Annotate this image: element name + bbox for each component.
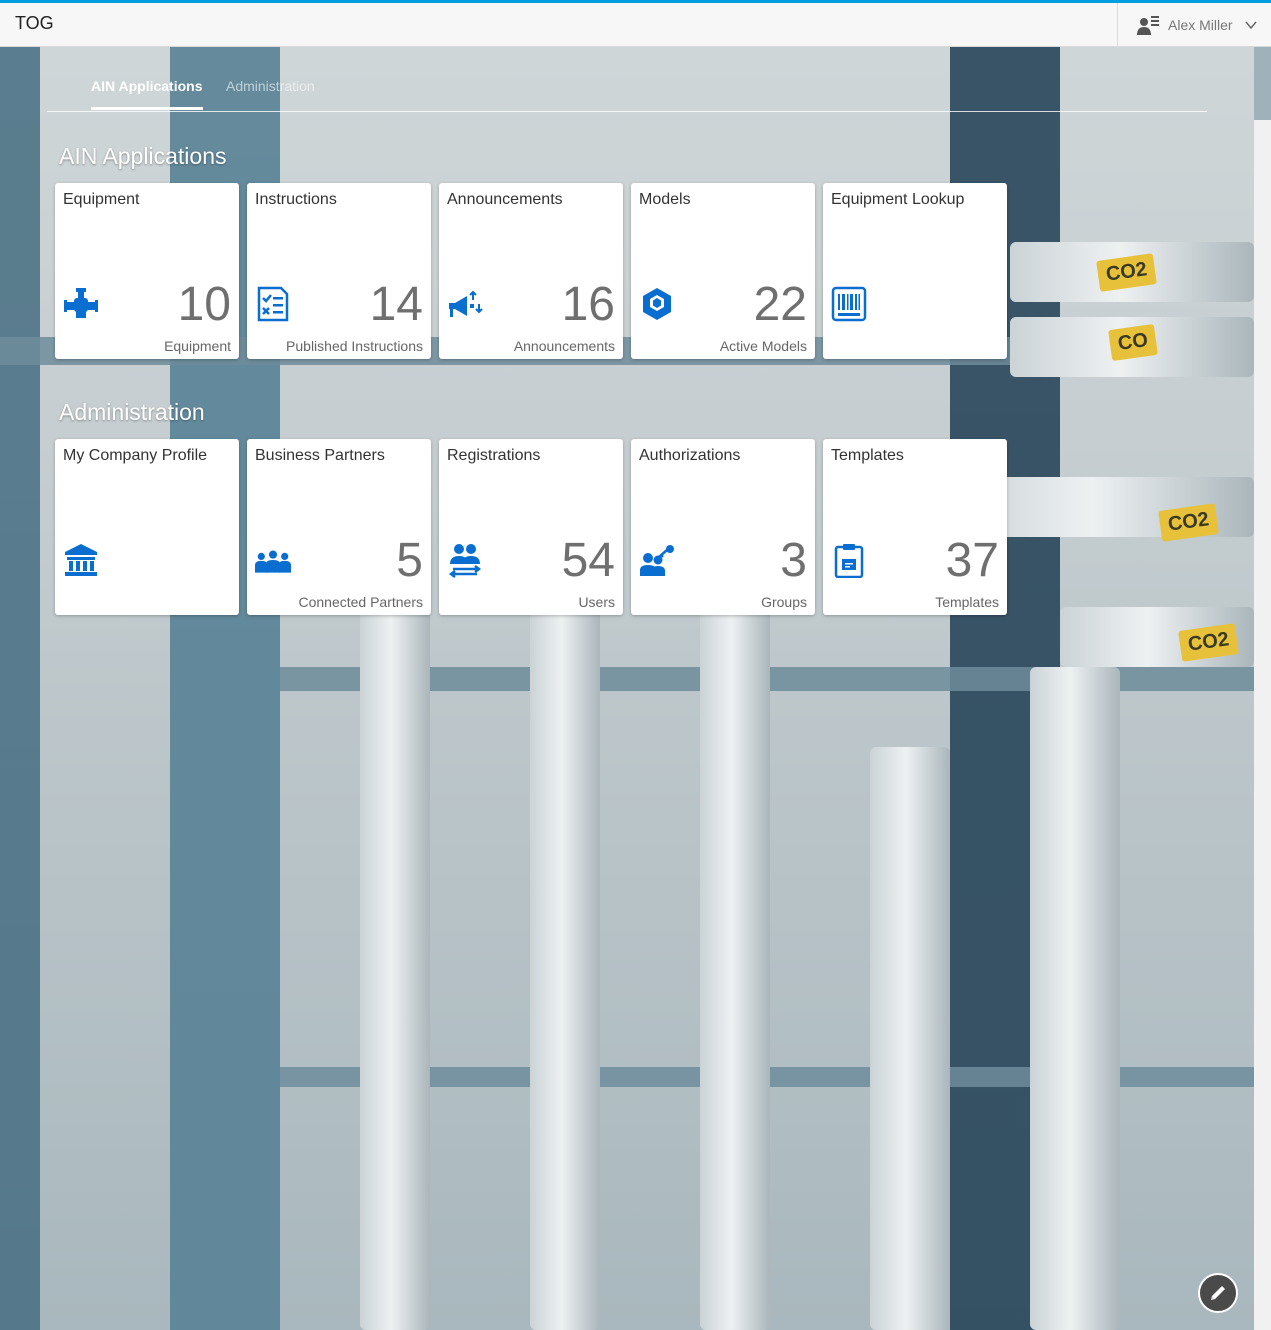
pipe: [700, 607, 770, 1330]
chevron-down-icon: [1245, 21, 1257, 30]
checklist-icon: [257, 286, 289, 322]
user-icon: [1137, 16, 1159, 35]
tile-unit: Active Models: [719, 338, 807, 354]
user-name: Alex Miller: [1168, 17, 1233, 33]
tile-models[interactable]: Models 22 Active Models: [631, 183, 815, 359]
shell-header: TOG Alex Miller: [0, 0, 1271, 47]
tile-title: Announcements: [447, 191, 563, 208]
tile-registrations[interactable]: Registrations 54 Users: [439, 439, 623, 615]
tile-unit: Announcements: [513, 338, 615, 354]
co2-label: CO: [1108, 323, 1158, 362]
user-key-icon: [640, 545, 674, 576]
tile-title: Registrations: [447, 447, 541, 464]
cube-model-icon: [643, 288, 671, 320]
tile-unit: Templates: [935, 594, 999, 610]
tile-number: 5: [396, 534, 423, 587]
tile-title: My Company Profile: [63, 447, 208, 464]
user-menu[interactable]: Alex Miller: [1117, 3, 1271, 47]
tile-templates[interactable]: Templates 37 Templates: [823, 439, 1007, 615]
anchor-bar: AIN Applications Administration: [47, 62, 1207, 112]
tile-authorizations[interactable]: Authorizations 3 Groups: [631, 439, 815, 615]
scrollbar[interactable]: [1254, 120, 1271, 1330]
barcode-icon: [831, 286, 867, 322]
tile-business-partners[interactable]: Business Partners 5 Connected Partners: [247, 439, 431, 615]
tile-number: 54: [561, 534, 615, 587]
edit-home-button[interactable]: [1198, 1273, 1238, 1313]
tile-unit: Connected Partners: [298, 594, 423, 610]
tile-number: 16: [561, 278, 615, 331]
tile-title: Authorizations: [639, 447, 741, 464]
pipe: [360, 567, 430, 1330]
app-title: TOG: [15, 13, 54, 33]
tile-unit: Published Instructions: [286, 338, 423, 354]
building-icon: [65, 544, 97, 576]
tile-number: 3: [780, 534, 807, 587]
anchor-ain-applications[interactable]: AIN Applications: [91, 78, 203, 110]
pipe: [1030, 667, 1120, 1330]
tile-title: Templates: [831, 447, 904, 464]
partners-icon: [255, 550, 291, 573]
tile-my-company-profile[interactable]: My Company Profile: [55, 439, 239, 615]
tile-title: Business Partners: [255, 447, 385, 464]
tile-number: 10: [177, 278, 231, 331]
megaphone-icon: [449, 290, 483, 317]
group-title-ain-applications: AIN Applications: [59, 143, 227, 169]
pipe: [530, 567, 600, 1330]
clipboard-icon: [834, 544, 864, 578]
tile-number: 22: [753, 278, 807, 331]
tile-title: Instructions: [255, 191, 337, 208]
users-exchange-icon: [448, 544, 482, 578]
tile-number: 37: [945, 534, 999, 587]
tile-title: Equipment Lookup: [831, 191, 965, 208]
tile-unit: Equipment: [164, 338, 231, 354]
tile-equipment[interactable]: Equipment 10 Equipment: [55, 183, 239, 359]
group-title-administration: Administration: [59, 399, 205, 425]
pipe: [870, 747, 950, 1330]
tile-unit: Groups: [761, 594, 807, 610]
tile-number: 14: [369, 278, 423, 331]
valve-icon: [64, 288, 98, 318]
anchor-administration[interactable]: Administration: [226, 78, 315, 94]
tile-title: Models: [639, 191, 691, 208]
tile-unit: Users: [578, 594, 615, 610]
tile-title: Equipment: [63, 191, 140, 208]
pencil-icon: [1211, 1286, 1225, 1300]
tile-announcements[interactable]: Announcements 16 Announcements: [439, 183, 623, 359]
tile-equipment-lookup[interactable]: Equipment Lookup: [823, 183, 1007, 359]
tile-instructions[interactable]: Instructions 14 Published Instructions: [247, 183, 431, 359]
